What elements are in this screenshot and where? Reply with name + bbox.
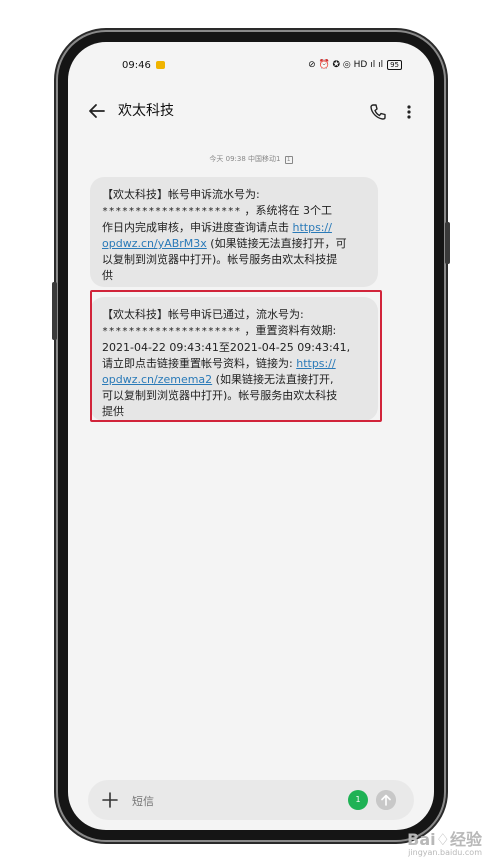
message-line: opdwz.cn/zemema2 (如果链接无法直接打开, [102,372,366,388]
message-bubble[interactable]: 【欢太科技】帐号申诉已通过，流水号为: ********************… [90,297,378,421]
watermark-logo: Bai♢经验 [407,830,482,849]
message-line: 作日内完成审核，申诉进度查询请点击 https:// [102,220,366,236]
message-bubble[interactable]: 【欢太科技】帐号申诉流水号为: ********************* ，系… [90,177,378,287]
phone-screen: 09:46 ⊘ ⏰ ✪ ◎ HD ıl ıl 95 欢太科技 今天 09:38 [68,42,434,830]
status-bar: 09:46 ⊘ ⏰ ✪ ◎ HD ıl ıl 95 [68,42,434,76]
message-line: ********************* ，重置资料有效期: [102,323,366,340]
message-line: 【欢太科技】帐号申诉流水号为: [102,188,260,201]
message-line: 供 [102,269,113,282]
status-icon-group: ⊘ ⏰ ✪ ◎ HD ıl ıl [308,60,384,70]
message-text: 作日内完成审核，申诉进度查询请点击 [102,221,289,234]
carrier-text: 中国移动1 [248,155,281,163]
battery-icon: 95 [387,60,402,70]
more-options-icon[interactable] [404,102,414,122]
message-timestamp: 今天 09:38 中国移动1 1 [68,154,434,164]
message-text: (如果链接无法直接打开, [215,373,334,386]
message-line: opdwz.cn/yABrM3x (如果链接无法直接打开，可 [102,236,366,252]
sim-badge: 1 [284,156,293,164]
conversation-title: 欢太科技 [118,103,174,119]
message-line: 可以复制到浏览器中打开)。帐号服务由欢太科技 [102,389,338,402]
phone-frame: 09:46 ⊘ ⏰ ✪ ◎ HD ıl ıl 95 欢太科技 今天 09:38 [52,32,450,840]
back-arrow-icon[interactable] [86,100,108,122]
message-line: ********************* ，系统将在 3个工 [102,203,366,220]
message-line: 2021-04-22 09:43:41至2021-04-25 09:43:41, [102,341,351,354]
volume-button [52,282,57,340]
send-button[interactable] [376,790,396,810]
message-text: ，系统将在 3个工 [244,204,333,217]
message-text: 请立即点击链接重置帐号资料，链接为: [102,357,293,370]
message-input[interactable] [130,790,344,812]
message-line: 以复制到浏览器中打开)。帐号服务由欢太科技提 [102,253,338,266]
sim-selector-button[interactable]: 1 [348,790,368,810]
message-text: ，重置资料有效期: [244,324,337,337]
message-link[interactable]: https:// [293,221,332,234]
masked-serial: ********************* [102,206,242,217]
status-icons: ⊘ ⏰ ✪ ◎ HD ıl ıl 95 [308,60,402,70]
add-attachment-icon[interactable] [100,790,120,810]
masked-serial: ********************* [102,326,242,337]
message-text: (如果链接无法直接打开，可 [210,237,347,250]
message-line: 【欢太科技】帐号申诉已通过，流水号为: [102,308,304,321]
message-line: 提供 [102,405,124,418]
app-bar: 欢太科技 [68,90,434,130]
watermark-url: jingyan.baidu.com [408,848,482,857]
power-button [445,222,450,264]
compose-bar: 1 [88,780,414,820]
message-link[interactable]: https:// [296,357,335,370]
message-link[interactable]: opdwz.cn/zemema2 [102,373,212,386]
message-link[interactable]: opdwz.cn/yABrM3x [102,237,207,250]
notification-icon [156,61,165,69]
watermark: Bai♢经验 jingyan.baidu.com [407,826,482,857]
message-line: 请立即点击链接重置帐号资料，链接为: https:// [102,356,366,372]
status-time: 09:46 [122,60,151,71]
phone-call-icon[interactable] [368,102,388,122]
timestamp-text: 今天 09:38 [209,155,246,163]
